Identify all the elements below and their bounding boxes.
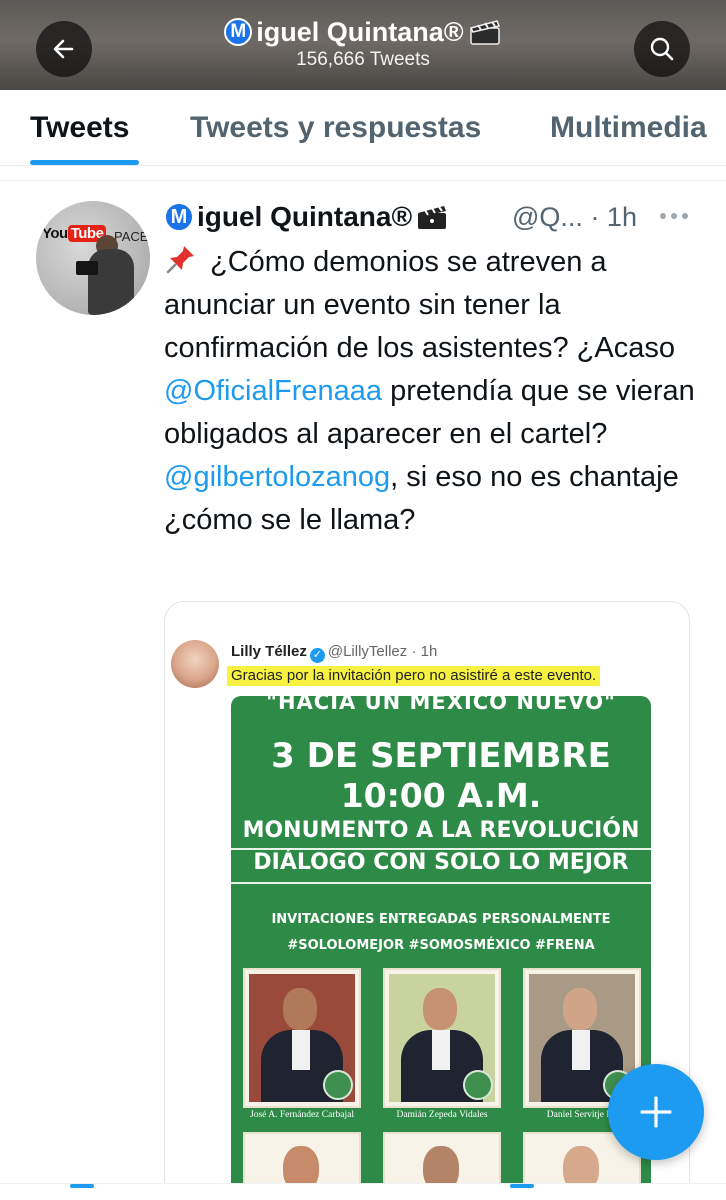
camera-icon <box>76 261 98 275</box>
embedded-author-name: Lilly Téllez <box>231 643 307 660</box>
clapperboard-icon <box>468 18 502 46</box>
tweet[interactable]: You Tube PACE Miguel Quintana® @Q... · 1h… <box>0 180 726 1200</box>
notifications-tab-indicator[interactable] <box>510 1184 534 1188</box>
compose-tweet-button[interactable] <box>608 1064 704 1160</box>
home-tab-indicator[interactable] <box>70 1184 94 1188</box>
avatar-person-body <box>88 249 134 315</box>
guest-caption: Damián Zepeda Vidales <box>396 1110 488 1120</box>
header-title: Miguel Quintana® 156,666 Tweets <box>0 15 726 71</box>
poster-divider <box>231 882 651 884</box>
more-horizontal-icon <box>660 213 666 219</box>
tweet-handle[interactable]: @Q... <box>512 202 583 232</box>
poster-time: 10:00 A.M. <box>340 776 542 815</box>
header-profile-name: Miguel Quintana® <box>224 15 501 49</box>
poster-hashtags: #SOLOLOMEJOR #SOMOSMÉXICO #FRENA <box>287 938 595 953</box>
mention-link[interactable]: @OficialFrenaaa <box>164 375 382 407</box>
avatar[interactable]: You Tube PACE <box>36 201 150 315</box>
poster-venue: MONUMENTO A LA REVOLUCIÓN <box>242 818 640 843</box>
embedded-avatar <box>171 640 219 688</box>
clapperboard-icon <box>415 203 449 231</box>
poster-invitations: INVITACIONES ENTREGADAS PERSONALMENTE <box>271 912 611 927</box>
embedded-tweet-header: Lilly Téllez ✓ @LillyTellez · 1h <box>231 642 437 663</box>
poster-subtitle: DIÁLOGO CON SOLO LO MEJOR <box>253 850 629 875</box>
tweet-count: 156,666 Tweets <box>296 49 430 70</box>
tweet-author-name[interactable]: Miguel Quintana® <box>164 199 449 235</box>
plus-icon <box>640 1096 672 1128</box>
guest-photo <box>243 968 361 1108</box>
m-badge-icon: M <box>224 18 253 46</box>
tab-tweets[interactable]: Tweets <box>30 110 129 146</box>
search-button[interactable] <box>634 21 690 77</box>
more-horizontal-icon <box>682 213 688 219</box>
more-options-button[interactable] <box>660 213 690 221</box>
tab-media[interactable]: Multimedia <box>550 110 707 146</box>
pushpin-icon <box>166 246 194 274</box>
tweet-text: ¿Cómo demonios se atreven a anunciar un … <box>164 241 700 542</box>
more-horizontal-icon <box>671 213 677 219</box>
profile-tabs: Tweets Tweets y respuestas Multimedia <box>0 90 726 166</box>
status-bar <box>10 0 716 6</box>
tab-tweets-and-replies[interactable]: Tweets y respuestas <box>190 110 481 146</box>
search-icon <box>650 37 674 61</box>
header-name-text: iguel Quintana® <box>256 17 464 47</box>
event-poster: "HACIA UN MÉXICO NUEVO" 3 DE SEPTIEMBRE … <box>231 696 651 1200</box>
tweet-header: Miguel Quintana® @Q... · 1h <box>164 199 704 237</box>
youtube-logo-you: You <box>42 225 68 242</box>
profile-header: Miguel Quintana® 156,666 Tweets <box>0 0 726 90</box>
bottom-navigation <box>0 1183 726 1200</box>
tweet-handle-time: @Q... · 1h <box>512 199 637 235</box>
verified-icon: ✓ <box>309 648 325 663</box>
seal-icon <box>463 1070 493 1100</box>
embedded-tweet-text: Gracias por la invitación pero no asisti… <box>227 666 601 686</box>
tweet-author-text: iguel Quintana® <box>197 201 413 232</box>
embedded-handle: @LillyTellez · 1h <box>327 643 438 660</box>
active-tab-indicator <box>30 160 139 165</box>
guest-photo <box>383 968 501 1108</box>
tweet-text-intro: ¿Cómo demonios se atreven a anunciar un … <box>164 246 684 364</box>
m-badge-icon: M <box>164 202 194 232</box>
seal-icon <box>323 1070 353 1100</box>
mention-link[interactable]: @gilbertolozanog <box>164 461 390 493</box>
poster-date: 3 DE SEPTIEMBRE <box>271 736 611 776</box>
tweet-time[interactable]: · 1h <box>590 202 637 232</box>
poster-heading: "HACIA UN MÉXICO NUEVO" <box>266 696 616 714</box>
youtube-space-text: PACE <box>114 229 149 244</box>
guest-caption: José A. Fernández Carbajal <box>250 1110 354 1120</box>
